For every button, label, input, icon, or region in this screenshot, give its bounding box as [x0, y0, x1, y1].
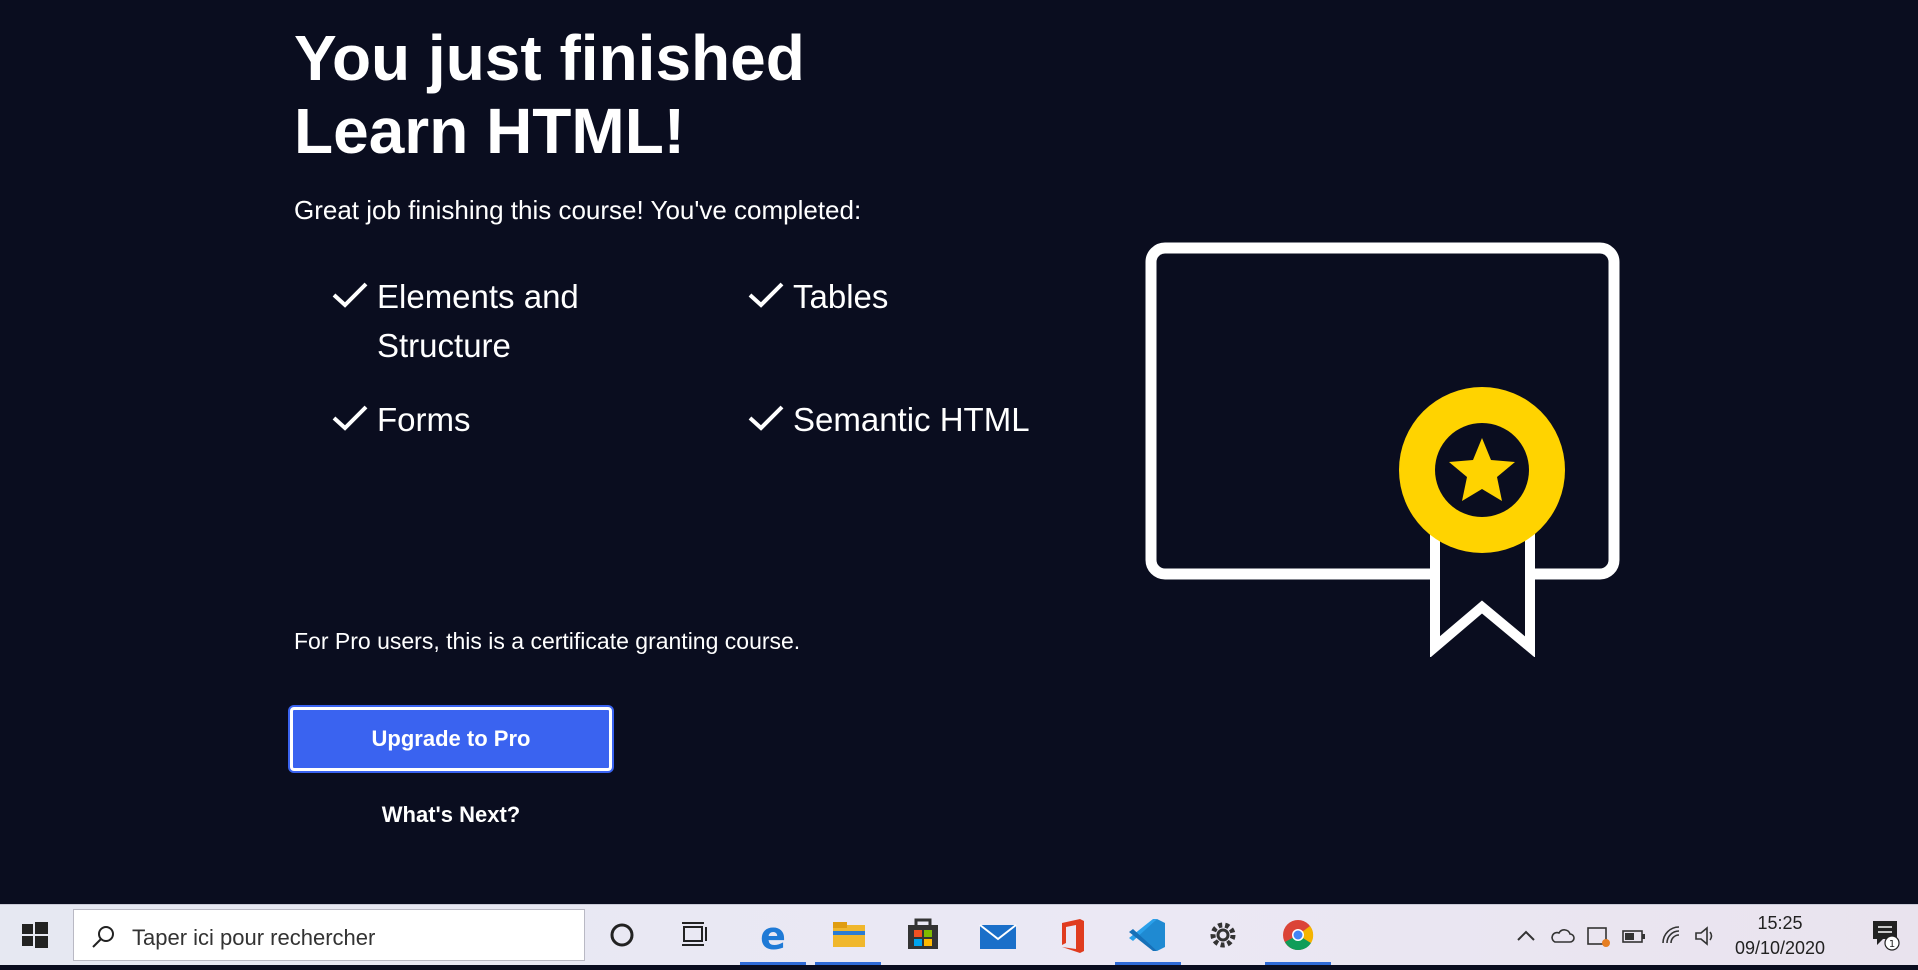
page-title: You just finished Learn HTML!: [294, 22, 1014, 168]
svg-text:e: e: [760, 914, 786, 958]
store-icon[interactable]: [886, 905, 960, 965]
title-line-2: Learn HTML!: [294, 95, 686, 167]
topic-item-elements: Elements and Structure: [332, 272, 707, 370]
cortana-icon[interactable]: [590, 905, 664, 965]
topic-label: Elements and Structure: [377, 278, 579, 364]
topic-label: Tables: [793, 278, 889, 315]
vscode-icon[interactable]: [1111, 905, 1185, 965]
clock-date: 09/10/2020: [1734, 938, 1826, 958]
file-explorer-icon[interactable]: [811, 905, 885, 965]
windows-start-icon[interactable]: [0, 905, 70, 965]
edge-icon[interactable]: e: [736, 905, 810, 965]
checkmark-icon: [332, 405, 368, 431]
system-clock[interactable]: 15:25 09/10/2020: [1720, 911, 1840, 961]
checkmark-icon: [748, 282, 784, 308]
clock-time: 15:25: [1757, 913, 1803, 933]
task-view-icon[interactable]: [660, 905, 734, 965]
show-hidden-icons-chevron-up-icon[interactable]: [1513, 923, 1539, 949]
course-complete-page: You just finished Learn HTML! Great job …: [0, 0, 1918, 904]
certificate-illustration: [1145, 242, 1620, 657]
action-center-notification-icon[interactable]: 1: [1870, 917, 1902, 953]
chrome-icon[interactable]: [1261, 905, 1335, 965]
checkmark-icon: [748, 405, 784, 431]
search-icon: [92, 926, 114, 948]
volume-icon[interactable]: [1692, 923, 1718, 949]
taskbar: Taper ici pour rechercher e 15:25 09/10/…: [0, 904, 1918, 965]
topic-item-tables: Tables: [748, 272, 1123, 321]
pro-certificate-note: For Pro users, this is a certificate gra…: [294, 628, 801, 654]
taskbar-search-box[interactable]: Taper ici pour rechercher: [73, 909, 585, 961]
battery-icon[interactable]: [1621, 923, 1647, 949]
whats-next-link[interactable]: What's Next?: [290, 802, 612, 828]
topic-label: Semantic HTML: [793, 401, 1030, 438]
sync-status-icon[interactable]: [1585, 923, 1611, 949]
notification-count: 1: [1889, 939, 1895, 950]
topic-item-semantic-html: Semantic HTML: [748, 395, 1123, 444]
topic-item-forms: Forms: [332, 395, 707, 444]
onedrive-cloud-icon[interactable]: [1549, 923, 1575, 949]
checkmark-icon: [332, 282, 368, 308]
completion-intro: Great job finishing this course! You've …: [294, 195, 862, 225]
office-icon[interactable]: [1036, 905, 1110, 965]
settings-icon[interactable]: [1186, 905, 1260, 965]
topic-label: Forms: [377, 401, 471, 438]
mail-icon[interactable]: [961, 905, 1035, 965]
wifi-icon[interactable]: [1659, 923, 1685, 949]
search-placeholder: Taper ici pour rechercher: [132, 925, 376, 950]
title-line-1: You just finished: [294, 22, 805, 94]
upgrade-to-pro-button[interactable]: Upgrade to Pro: [290, 707, 612, 771]
